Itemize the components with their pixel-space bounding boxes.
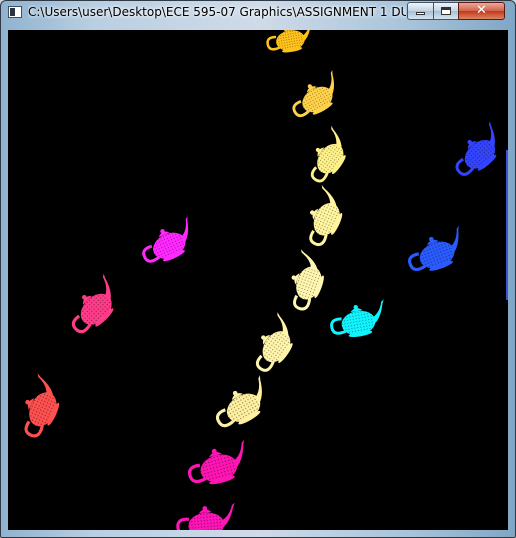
maximize-icon — [441, 7, 451, 15]
teapot — [455, 121, 497, 176]
close-icon: ✕ — [476, 3, 487, 18]
teapot — [215, 375, 262, 428]
teapot — [291, 249, 324, 311]
teapot — [255, 312, 293, 372]
teapot — [330, 299, 384, 338]
teapot-scene — [24, 30, 497, 530]
teapot — [187, 439, 245, 485]
teapot — [292, 70, 334, 118]
teapot — [71, 273, 114, 334]
teapot — [142, 216, 189, 263]
console-app-icon[interactable] — [8, 6, 22, 18]
teapot — [176, 502, 235, 530]
teapot — [266, 30, 312, 53]
maximize-button[interactable] — [433, 2, 459, 20]
edge-indicator — [506, 150, 508, 300]
title-bar[interactable]: C:\Users\user\Desktop\ECE 595-07 Graphic… — [1, 1, 515, 25]
close-button[interactable]: ✕ — [458, 2, 505, 20]
minimize-icon — [416, 12, 425, 15]
opengl-canvas[interactable] — [8, 30, 508, 530]
teapot — [408, 225, 459, 272]
teapot — [24, 373, 60, 438]
window-title: C:\Users\user\Desktop\ECE 595-07 Graphic… — [28, 5, 406, 19]
teapot — [310, 125, 346, 183]
teapot — [309, 184, 343, 247]
application-window: C:\Users\user\Desktop\ECE 595-07 Graphic… — [0, 0, 516, 538]
minimize-button[interactable] — [407, 2, 434, 20]
